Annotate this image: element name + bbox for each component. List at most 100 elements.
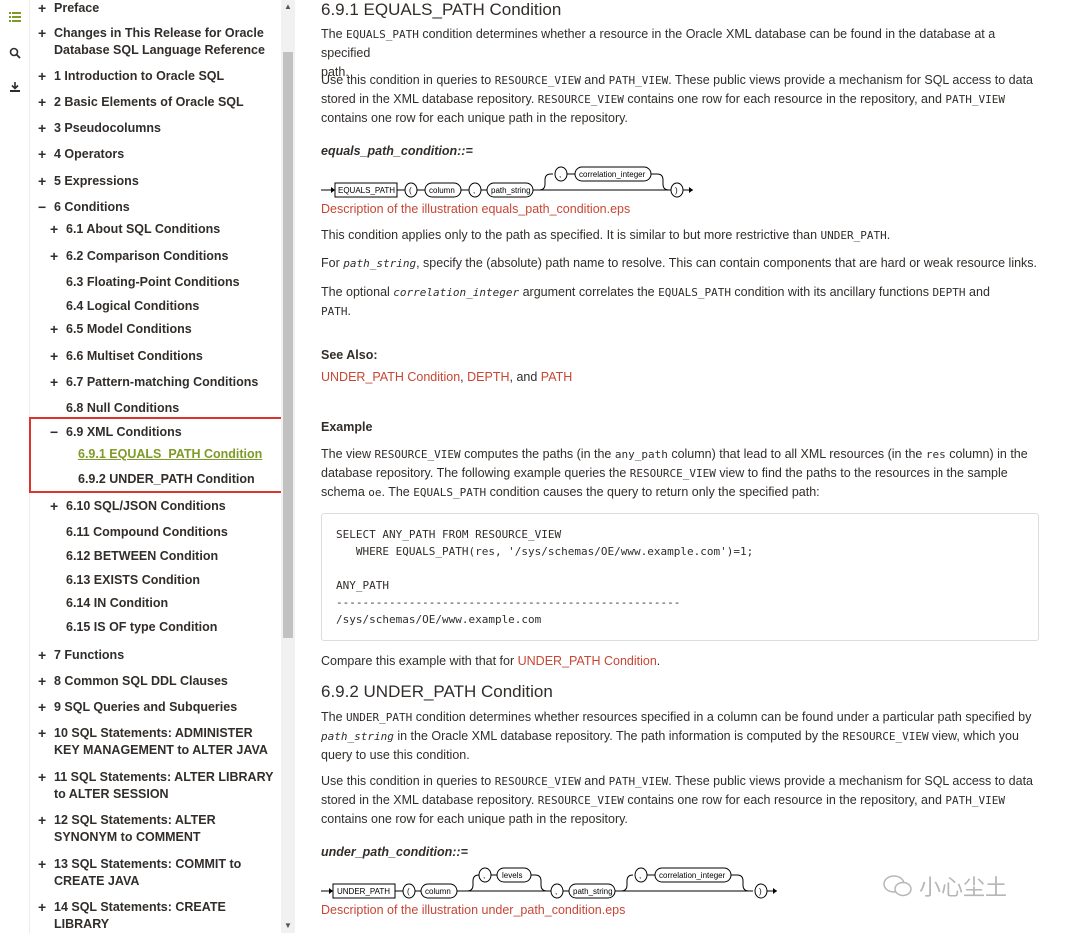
toc-list-icon[interactable] [5, 7, 25, 27]
link-depth[interactable]: DEPTH [467, 370, 509, 384]
diagram-comma: , [639, 871, 641, 880]
paragraph: Use this condition in queries to RESOURC… [321, 774, 1033, 826]
expand-plus-icon[interactable]: + [38, 699, 50, 716]
toc-item[interactable]: 6.13 EXISTS Condition [50, 572, 200, 589]
toc-item[interactable]: +12 SQL Statements: ALTER SYNONYM to COMM… [38, 812, 216, 846]
toc-item[interactable]: +3 Pseudocolumns [38, 120, 161, 137]
toc-item[interactable]: 6.12 BETWEEN Condition [50, 548, 218, 565]
toc-item[interactable]: + Preface [38, 0, 99, 17]
section-title-under-path: 6.9.2 UNDER_PATH Condition [321, 682, 553, 701]
wechat-icon [883, 875, 912, 897]
diagram-lparen: ( [407, 887, 410, 896]
toc-item-label-line2: SYNONYM to COMMENT [54, 830, 201, 844]
expand-plus-icon[interactable]: + [38, 769, 50, 786]
paragraph: This condition applies only to the path … [321, 228, 891, 242]
toc-item[interactable]: +6.6 Multiset Conditions [50, 348, 203, 365]
expand-plus-icon[interactable]: + [38, 94, 50, 111]
toc-item[interactable]: +10 SQL Statements: ADMINISTER KEY MANAGE… [38, 725, 268, 759]
toc-item-label: Changes in This Release for Oracle [54, 26, 264, 40]
toc-item-label: 6.3 Floating-Point Conditions [66, 275, 240, 289]
toc-item[interactable]: +6.1 About SQL Conditions [50, 221, 220, 238]
toc-item-label-line2: CREATE JAVA [54, 874, 140, 888]
expand-plus-icon[interactable]: + [38, 120, 50, 137]
toc-item[interactable]: +6.5 Model Conditions [50, 321, 192, 338]
toc-item-label: 6.2 Comparison Conditions [66, 249, 229, 263]
toc-item-label: 6.8 Null Conditions [66, 401, 180, 415]
toc-item[interactable]: +2 Basic Elements of Oracle SQL [38, 94, 244, 111]
scroll-up-arrow-icon[interactable]: ▲ [281, 0, 295, 14]
toc-item-label: 9 SQL Queries and Subqueries [54, 700, 238, 714]
toc-item[interactable]: 6.3 Floating-Point Conditions [50, 274, 240, 291]
link-under-path[interactable]: UNDER_PATH Condition [321, 370, 460, 384]
toc-item[interactable]: +5 Expressions [38, 173, 139, 190]
scroll-down-arrow-icon[interactable]: ▼ [281, 919, 295, 933]
toc-item[interactable]: 6.15 IS OF type Condition [50, 619, 217, 636]
paragraph: The view RESOURCE_VIEW computes the path… [321, 447, 1028, 499]
toc-item[interactable]: + Changes in This Release for Oracle Datab… [38, 25, 265, 59]
toc-item[interactable]: +11 SQL Statements: ALTER LIBRARY to ALTE… [38, 769, 273, 803]
toc-item-label: 6.1 About SQL Conditions [66, 222, 221, 236]
diagram-rparen: ) [759, 887, 762, 896]
toc-item-label: 6.5 Model Conditions [66, 322, 192, 336]
toc-item[interactable]: 6.8 Null Conditions [50, 400, 179, 417]
expand-plus-icon[interactable]: + [38, 673, 50, 690]
toc-scrollbar[interactable]: ▲ ▼ [281, 0, 295, 933]
diagram-comma: , [559, 170, 561, 179]
expand-plus-icon[interactable]: + [50, 498, 62, 515]
expand-plus-icon[interactable]: + [38, 173, 50, 190]
search-icon[interactable] [5, 43, 25, 63]
expand-plus-icon[interactable]: + [38, 146, 50, 163]
toc-item[interactable]: 6.14 IN Condition [50, 595, 168, 612]
toc-item[interactable]: −6 Conditions [38, 199, 130, 216]
expand-plus-icon[interactable]: + [50, 374, 62, 391]
toc-item[interactable]: +4 Operators [38, 146, 124, 163]
expand-plus-icon[interactable]: + [50, 321, 62, 338]
toc-item-label-line2: to ALTER SESSION [54, 787, 169, 801]
expand-plus-icon[interactable]: + [38, 899, 50, 916]
expand-plus-icon[interactable]: + [38, 647, 50, 664]
toc-item[interactable]: +6.10 SQL/JSON Conditions [50, 498, 226, 515]
download-icon[interactable] [5, 77, 25, 97]
diagram-levels: levels [502, 871, 522, 880]
expand-plus-icon[interactable]: + [50, 221, 62, 238]
toc-item[interactable]: 6.11 Compound Conditions [50, 524, 228, 541]
toc-item[interactable]: +14 SQL Statements: CREATE LIBRARYto CRE… [38, 899, 280, 933]
paragraph: For path_string, specify the (absolute) … [321, 256, 1038, 270]
diagram-keyword: UNDER_PATH [337, 887, 390, 896]
toc-item-label: 7 Functions [54, 648, 125, 662]
scroll-thumb[interactable] [283, 52, 293, 638]
expand-plus-icon[interactable]: + [38, 25, 50, 42]
toc-item[interactable]: +6.7 Pattern-matching Conditions [50, 374, 258, 391]
expand-plus-icon[interactable]: + [38, 0, 50, 17]
toc-item[interactable]: +6.2 Comparison Conditions [50, 248, 229, 265]
up-illustration-link[interactable]: Description of the illustration under_pa… [321, 901, 1039, 920]
expand-plus-icon[interactable]: + [50, 248, 62, 265]
toc-item[interactable]: +13 SQL Statements: COMMIT to CREATE JAVA [38, 856, 241, 890]
toc-item[interactable]: +1 Introduction to Oracle SQL [38, 68, 224, 85]
toc-item-label: 1 Introduction to Oracle SQL [54, 69, 225, 83]
paragraph: The optional correlation_integer argumen… [321, 285, 990, 318]
toc-item[interactable]: +8 Common SQL DDL Clauses [38, 673, 228, 690]
collapse-minus-icon[interactable]: − [38, 199, 50, 216]
diagram-path-string: path_string [573, 887, 613, 896]
expand-plus-icon[interactable]: + [50, 348, 62, 365]
expand-plus-icon[interactable]: + [38, 812, 50, 829]
main-content: 6.9.1 EQUALS_PATH Condition The EQUALS_P… [321, 0, 1041, 933]
toc-item-label-line2: KEY MANAGEMENT to ALTER JAVA [54, 743, 268, 757]
expand-plus-icon[interactable]: + [38, 68, 50, 85]
code-example: SELECT ANY_PATH FROM RESOURCE_VIEW WHERE… [321, 513, 1039, 641]
toc-item-label: 6 Conditions [54, 200, 130, 214]
toc-item-label: 6.6 Multiset Conditions [66, 349, 203, 363]
toc-item-label: 6.14 IN Condition [66, 596, 169, 610]
diagram-column: column [429, 186, 455, 195]
expand-plus-icon[interactable]: + [38, 725, 50, 742]
toc-item[interactable]: +9 SQL Queries and Subqueries [38, 699, 237, 716]
toc-item[interactable]: +7 Functions [38, 647, 124, 664]
highlight-box [29, 417, 286, 493]
expand-plus-icon[interactable]: + [38, 856, 50, 873]
toc-item[interactable]: 6.4 Logical Conditions [50, 298, 199, 315]
eq-illustration-link[interactable]: Description of the illustration equals_p… [321, 200, 1039, 219]
toc-item-label: 6.15 IS OF type Condition [66, 620, 218, 634]
link-under-path-condition[interactable]: UNDER_PATH Condition [518, 654, 657, 668]
link-path[interactable]: PATH [541, 370, 572, 384]
